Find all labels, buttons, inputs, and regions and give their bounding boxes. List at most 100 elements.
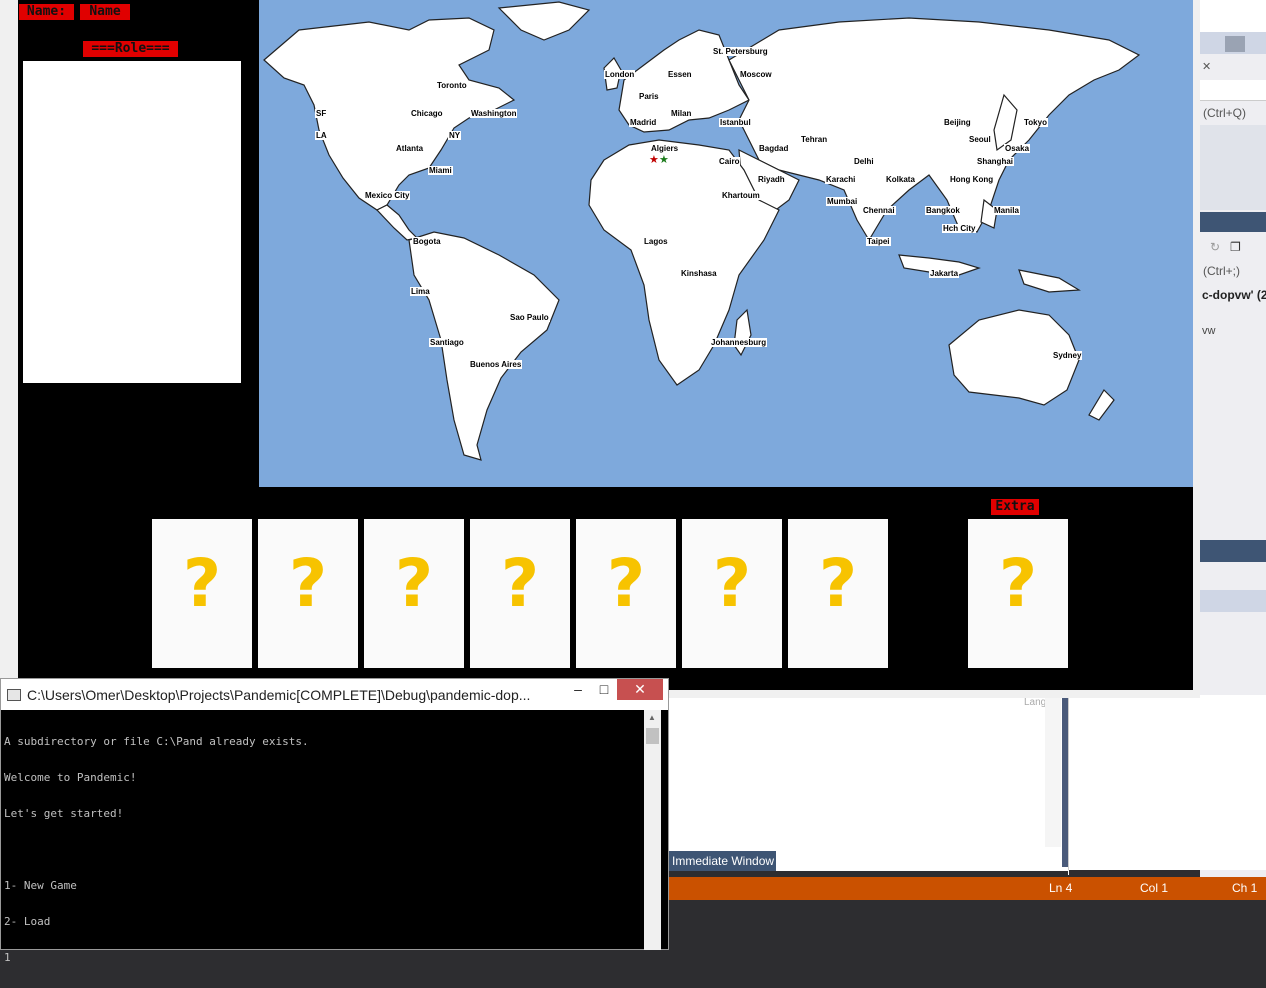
output-scrollbar[interactable] [1045,697,1061,847]
card-question-mark: ? [182,545,222,622]
city-label[interactable]: Essen [667,70,693,79]
city-label[interactable]: Mexico City [364,191,411,200]
city-label[interactable]: Toronto [436,81,468,90]
city-label[interactable]: Mumbai [826,197,859,206]
city-label[interactable]: Riyadh [757,175,786,184]
city-label[interactable]: Khartoum [721,191,761,200]
city-label[interactable]: Sao Paulo [509,313,550,322]
city-label[interactable]: Tokyo [1023,118,1048,127]
player-card[interactable]: ? [682,519,782,668]
city-label[interactable]: Hch City [942,224,977,233]
central-america-shape [376,204,419,241]
city-label[interactable]: Kinshasa [680,269,718,278]
search-hint-2: (Ctrl+;) [1203,264,1240,278]
ide-panel-header-2 [1200,540,1266,562]
lang-fragment: Lang [1024,697,1047,708]
city-label[interactable]: Moscow [739,70,773,79]
city-label[interactable]: Milan [670,109,693,118]
console-title: C:\Users\Omer\Desktop\Projects\Pandemic[… [27,687,531,703]
city-label[interactable]: St. Petersburg [712,47,769,56]
console-output[interactable]: A subdirectory or file C:\Pand already e… [4,712,644,964]
ide-top-strip [1200,0,1266,32]
player-card[interactable]: ? [364,519,464,668]
close-button[interactable]: ✕ [617,679,663,700]
city-label[interactable]: Cairo [718,157,741,166]
scroll-thumb[interactable] [646,728,659,744]
ide-output-pane: Lang [668,695,1069,875]
scroll-up-icon[interactable]: ▲ [648,713,656,722]
console-line: 1 [4,951,11,964]
player-card[interactable]: ? [258,519,358,668]
ide-side-pane [1068,695,1266,870]
city-label[interactable]: Shanghai [976,157,1015,166]
player-card[interactable]: ? [788,519,888,668]
city-label[interactable]: Buenos Aires [469,360,523,369]
tab-immediate-window[interactable]: Immediate Window [668,851,776,871]
city-label[interactable]: Lagos [643,237,669,246]
minimize-button[interactable]: – [566,679,590,700]
console-titlebar[interactable]: C:\Users\Omer\Desktop\Projects\Pandemic[… [1,679,668,710]
console-line: 2- Load [4,915,51,928]
world-map[interactable]: ★ ★ St. Petersburg London Essen Moscow T… [259,0,1193,487]
player-card[interactable]: ? [576,519,676,668]
status-char: Ch 1 [1232,881,1258,895]
madagascar-shape [733,308,752,357]
refresh-icon[interactable]: ↻ [1210,240,1220,254]
city-label[interactable]: Miami [428,166,453,175]
city-label[interactable]: Paris [638,92,660,101]
city-label[interactable]: Johannesburg [710,338,768,347]
console-scrollbar[interactable]: ▲ [644,710,661,950]
city-label[interactable]: Atlanta [395,144,425,153]
user-icon[interactable] [1225,36,1245,52]
role-card-panel [23,61,241,383]
world-map-graphic: ★ ★ [263,1,1141,461]
city-label[interactable]: Bogota [412,237,442,246]
research-station-green-icon: ★ [659,153,669,166]
city-label[interactable]: SF [315,109,328,118]
game-canvas: Name: Name ===Role=== ★ ★ St. Petersburg… [18,0,1193,690]
console-window: C:\Users\Omer\Desktop\Projects\Pandemic[… [0,678,669,964]
card-question-mark: ? [606,545,646,622]
city-label[interactable]: Lima [410,287,431,296]
city-label[interactable]: Taipei [866,237,891,246]
city-label[interactable]: Santiago [429,338,465,347]
console-line: Let's get started! [4,807,124,820]
maximize-button[interactable]: □ [592,679,616,700]
city-label[interactable]: London [604,70,636,79]
city-label[interactable]: Tehran [800,135,829,144]
card-question-mark: ? [818,545,858,622]
ide-below-status [668,900,1266,950]
city-label[interactable]: Bagdad [758,144,790,153]
city-label[interactable]: Delhi [853,157,875,166]
ide-panel [1200,125,1266,210]
role-label: ===Role=== [83,41,178,57]
card-question-mark: ? [998,545,1038,622]
city-label[interactable]: Karachi [825,175,857,184]
player-card[interactable]: ? [152,519,252,668]
extra-card[interactable]: ? [968,519,1068,668]
city-label[interactable]: Chennai [862,206,896,215]
city-label[interactable]: Jakarta [929,269,960,278]
city-label[interactable]: Algiers [650,144,680,153]
city-label[interactable]: Beijing [943,118,972,127]
close-icon[interactable]: ✕ [1202,60,1211,73]
city-label[interactable]: Chicago [410,109,444,118]
player-card[interactable]: ? [470,519,570,668]
city-label[interactable]: LA [315,131,328,140]
city-label[interactable]: Madrid [629,118,658,127]
city-label[interactable]: Hong Kong [949,175,995,184]
copy-icon[interactable]: ❐ [1230,240,1241,254]
console-line: A subdirectory or file C:\Pand already e… [4,735,309,748]
city-label[interactable]: Kolkata [885,175,916,184]
city-label[interactable]: Seoul [968,135,992,144]
city-label[interactable]: Osaka [1004,144,1031,153]
city-label[interactable]: NY [448,131,462,140]
city-label[interactable]: Istanbul [719,118,752,127]
ide-search-bar[interactable] [1200,80,1266,101]
city-label[interactable]: Bangkok [925,206,961,215]
city-label[interactable]: Washington [470,109,518,118]
city-label[interactable]: Manila [993,206,1020,215]
card-question-mark: ? [500,545,540,622]
city-label[interactable]: Sydney [1052,351,1083,360]
